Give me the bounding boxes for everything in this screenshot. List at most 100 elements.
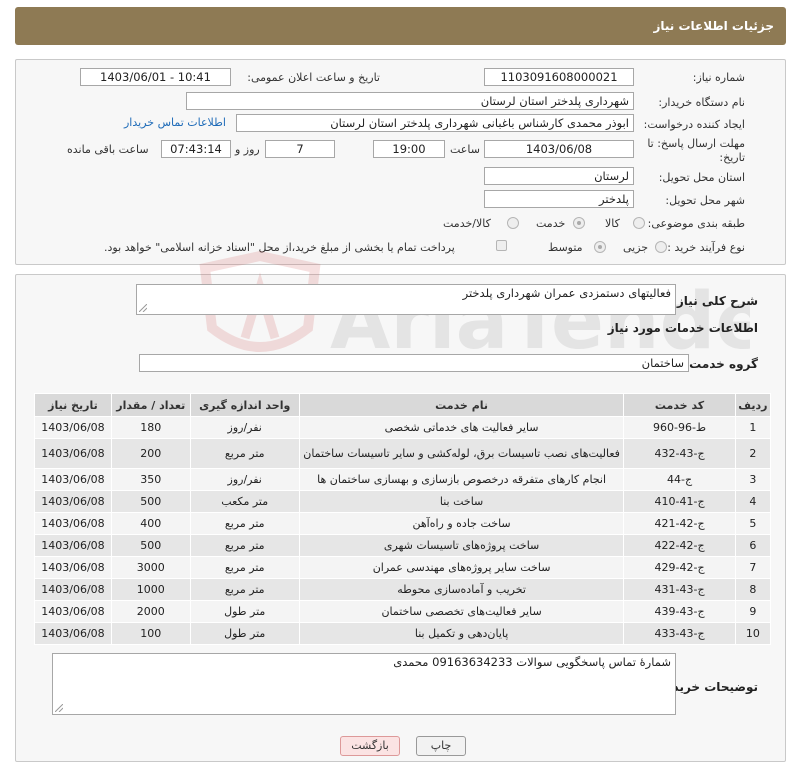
resize-handle-icon[interactable]	[55, 704, 63, 712]
back-button[interactable]: بازگشت	[340, 736, 400, 756]
province-field[interactable]: لرستان	[484, 167, 634, 185]
province-label: استان محل تحویل:	[658, 171, 745, 184]
cell-service-name: سایر فعالیت های خدماتی شخصی	[298, 416, 625, 439]
table-header-row: تاریخ نیاز تعداد / مقدار واحد اندازه گیر…	[34, 393, 772, 417]
cell-unit: متر مربع	[189, 534, 300, 557]
cell-row-number: 6	[734, 534, 772, 557]
cell-service-name: تخریب و آماده‌سازی محوطه	[298, 578, 625, 601]
cell-need-date: 1403/06/08	[34, 416, 112, 439]
cell-need-date: 1403/06/08	[34, 622, 112, 645]
category-label: طبقه بندی موضوعی:	[647, 217, 745, 230]
cell-service-code: ج-41-410	[623, 490, 736, 513]
buyer-contact-link[interactable]: اطلاعات تماس خریدار	[124, 116, 226, 129]
cell-quantity: 1000	[110, 578, 191, 601]
category-option-service: خدمت	[536, 217, 566, 230]
category-option-goods: کالا	[605, 217, 620, 230]
cell-row-number: 2	[734, 438, 772, 469]
cell-service-name: ساخت جاده و راه‌آهن	[298, 512, 625, 535]
cell-row-number: 8	[734, 578, 772, 601]
city-label: شهر محل تحویل:	[665, 194, 745, 207]
cell-need-date: 1403/06/08	[34, 534, 112, 557]
cell-need-date: 1403/06/08	[34, 578, 112, 601]
service-group-label: گروه خدمت:	[684, 357, 758, 371]
cell-service-code: ج-42-422	[623, 534, 736, 557]
cell-quantity: 400	[110, 512, 191, 535]
days-label: روز و	[235, 143, 260, 156]
requester-label: ایجاد کننده درخواست:	[643, 118, 745, 131]
buyer-notes-textarea[interactable]: شمارۀ تماس پاسخگویی سوالات 09163634233 م…	[52, 653, 676, 715]
deadline-hour-label: ساعت	[450, 143, 480, 156]
cell-row-number: 10	[734, 622, 772, 645]
cell-service-name: ساخت پروژه‌های تاسیسات شهری	[298, 534, 625, 557]
announce-datetime-field[interactable]: 1403/06/01 - 10:41	[80, 68, 231, 86]
col-service-name: نام خدمت	[298, 393, 625, 417]
deadline-date-field[interactable]: 1403/06/08	[484, 140, 634, 158]
col-service-code: کد خدمت	[623, 393, 736, 417]
cell-quantity: 100	[110, 622, 191, 645]
cell-unit: متر طول	[189, 622, 300, 645]
remaining-label: ساعت باقی مانده	[67, 143, 149, 156]
cell-unit: متر مربع	[189, 438, 300, 469]
page-title: جزئیات اطلاعات نیاز	[653, 19, 774, 33]
cell-unit: متر طول	[189, 600, 300, 623]
col-row-number: ردیف	[734, 393, 772, 417]
need-number-label: شماره نیاز:	[692, 71, 745, 84]
category-option-goods-service: کالا/خدمت	[443, 217, 491, 230]
need-number-field[interactable]: 1103091608000021	[484, 68, 634, 86]
table-row: 1403/06/08 350 نفر/روز انجام کارهای متفرقه …	[34, 468, 772, 491]
cell-row-number: 5	[734, 512, 772, 535]
category-radio-goods[interactable]	[633, 217, 645, 229]
summary-textarea[interactable]: فعالیتهای دستمزدی عمران شهرداری پلدختر	[136, 284, 676, 315]
cell-service-name: ساخت سایر پروژه‌های مهندسی عمران	[298, 556, 625, 579]
cell-service-name: فعالیت‌های نصب تاسیسات برق، لوله‌کشی و س…	[298, 438, 625, 469]
cell-quantity: 180	[110, 416, 191, 439]
buyer-org-field[interactable]: شهرداری پلدختر استان لرستان	[186, 92, 634, 110]
cell-service-code: ج-42-429	[623, 556, 736, 579]
cell-unit: متر مربع	[189, 556, 300, 579]
service-group-field[interactable]: ساختمان	[139, 354, 689, 372]
category-radio-goods-service[interactable]	[507, 217, 519, 229]
cell-service-code: ج-43-433	[623, 622, 736, 645]
deadline-time-field[interactable]: 19:00	[373, 140, 445, 158]
services-heading: اطلاعات خدمات مورد نیاز	[607, 321, 758, 335]
cell-quantity: 2000	[110, 600, 191, 623]
remaining-time-field[interactable]: 07:43:14	[161, 140, 231, 158]
cell-row-number: 7	[734, 556, 772, 579]
table-row: 1403/06/08 500 متر مربع ساخت پروژه‌های تاسی…	[34, 534, 772, 557]
cell-row-number: 3	[734, 468, 772, 491]
cell-need-date: 1403/06/08	[34, 556, 112, 579]
table-row: 1403/06/08 400 متر مربع ساخت جاده و راه‌آهن…	[34, 512, 772, 535]
cell-unit: متر مربع	[189, 578, 300, 601]
cell-quantity: 500	[110, 534, 191, 557]
category-radio-service[interactable]	[573, 217, 585, 229]
cell-row-number: 4	[734, 490, 772, 513]
cell-service-name: ساخت بنا	[298, 490, 625, 513]
services-table: تاریخ نیاز تعداد / مقدار واحد اندازه گیر…	[34, 393, 772, 645]
cell-quantity: 350	[110, 468, 191, 491]
cell-need-date: 1403/06/08	[34, 468, 112, 491]
print-button[interactable]: چاپ	[416, 736, 466, 756]
cell-need-date: 1403/06/08	[34, 512, 112, 535]
announce-datetime-label: تاریخ و ساعت اعلان عمومی:	[247, 71, 380, 84]
cell-quantity: 200	[110, 438, 191, 469]
cell-unit: متر مکعب	[189, 490, 300, 513]
cell-quantity: 3000	[110, 556, 191, 579]
resize-handle-icon[interactable]	[139, 304, 147, 312]
cell-service-code: ج-43-439	[623, 600, 736, 623]
col-need-date: تاریخ نیاز	[34, 393, 112, 417]
city-field[interactable]: پلدختر	[484, 190, 634, 208]
cell-need-date: 1403/06/08	[34, 490, 112, 513]
remaining-days-field[interactable]: 7	[265, 140, 335, 158]
cell-service-name: پایان‌دهی و تکمیل بنا	[298, 622, 625, 645]
page-header: جزئیات اطلاعات نیاز	[15, 7, 786, 45]
summary-label: شرح کلی نیاز:	[672, 294, 758, 308]
buyer-org-label: نام دستگاه خریدار:	[658, 96, 745, 109]
table-row: 1403/06/08 3000 متر مربع ساخت سایر پروژه‌ها…	[34, 556, 772, 579]
cell-quantity: 500	[110, 490, 191, 513]
requester-field[interactable]: ابوذر محمدی کارشناس باغبانی شهرداری پلدخ…	[236, 114, 634, 132]
cell-service-code: ج-43-432	[623, 438, 736, 469]
cell-row-number: 9	[734, 600, 772, 623]
cell-unit: متر مربع	[189, 512, 300, 535]
cell-need-date: 1403/06/08	[34, 600, 112, 623]
table-row: 1403/06/08 500 متر مکعب ساخت بنا ج-41-410 4	[34, 490, 772, 513]
